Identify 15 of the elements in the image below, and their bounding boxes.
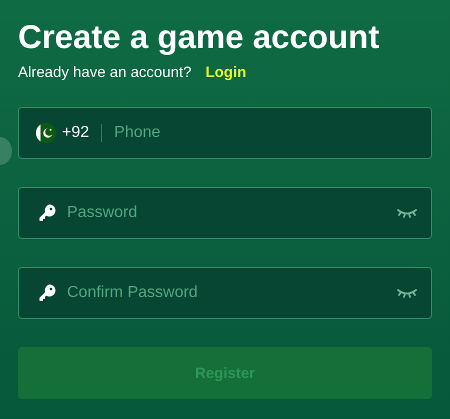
- page-title: Create a game account: [18, 17, 380, 57]
- password-input[interactable]: Confirm Password: [67, 284, 397, 302]
- closed-eye-icon[interactable]: [397, 207, 417, 219]
- flag-icon: [35, 122, 57, 144]
- password-field[interactable]: Password: [18, 187, 432, 239]
- key-icon: [37, 203, 57, 223]
- password-input[interactable]: Password: [67, 204, 397, 222]
- login-link[interactable]: Login: [205, 64, 246, 81]
- key-icon: [37, 283, 57, 303]
- country-code: +92: [62, 124, 90, 142]
- phone-field[interactable]: +92 Phone: [18, 107, 432, 159]
- password-field[interactable]: Confirm Password: [18, 267, 432, 319]
- login-prompt-text: Already have an account?: [18, 64, 192, 81]
- closed-eye-icon[interactable]: [397, 287, 417, 299]
- phone-input[interactable]: Phone: [114, 124, 417, 142]
